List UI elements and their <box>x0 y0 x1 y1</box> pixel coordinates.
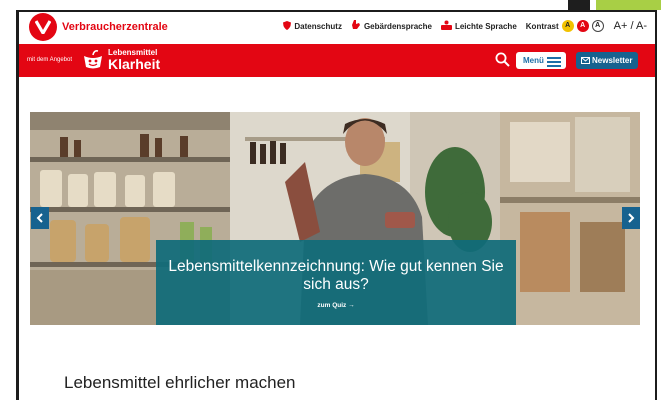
browser-viewport: Verbraucherzentrale Datenschutz Gebärden… <box>16 10 657 400</box>
easy-language-link[interactable]: Leichte Sprache <box>440 20 517 32</box>
offer-text: mit dem Angebot <box>27 57 73 63</box>
carousel-next-button[interactable] <box>622 207 640 229</box>
verbraucherzentrale-logo-icon[interactable] <box>29 13 57 41</box>
easy-language-label: Leichte Sprache <box>454 21 517 31</box>
menu-button[interactable]: Menü <box>516 52 566 69</box>
hamburger-icon <box>547 56 561 73</box>
privacy-link-label: Datenschutz <box>294 21 342 31</box>
search-icon[interactable] <box>495 52 510 72</box>
sign-language-icon <box>351 20 361 32</box>
brand-name[interactable]: Verbraucherzentrale <box>62 21 168 33</box>
top-utility-bar: Verbraucherzentrale Datenschutz Gebärden… <box>19 12 655 44</box>
hero-carousel: Lebensmittelkennzeichnung: Wie gut kenne… <box>30 112 640 325</box>
carousel-prev-button[interactable] <box>31 207 49 229</box>
sign-language-link[interactable]: Gebärdensprache <box>351 20 432 32</box>
contrast-yellow-button[interactable]: A <box>561 20 574 32</box>
font-size-toggle[interactable]: A+ / A- <box>614 20 647 32</box>
contrast-red-button[interactable]: A <box>576 20 589 32</box>
lebensmittel-klarheit-logo-icon[interactable] <box>82 50 104 75</box>
menu-button-label: Menü <box>523 56 544 65</box>
newsletter-button-label: Newsletter <box>592 56 633 65</box>
contrast-label: Kontrast <box>525 21 559 31</box>
hero-title: Lebensmittelkennzeichnung: Wie gut kenne… <box>168 258 504 293</box>
hero-teaser-box: Lebensmittelkennzeichnung: Wie gut kenne… <box>156 240 516 325</box>
main-navbar: mit dem Angebot Lebensmittel Klarheit Me… <box>19 44 655 77</box>
privacy-link[interactable]: Datenschutz <box>283 20 342 32</box>
section-heading: Lebensmittel ehrlicher machen <box>64 373 296 392</box>
product-name-big: Klarheit <box>108 56 161 72</box>
desktop-edge-green <box>596 0 661 10</box>
utility-links: Datenschutz Gebärdensprache Leichte Spra… <box>274 20 647 32</box>
chevron-right-icon <box>628 213 635 223</box>
quiz-link[interactable]: zum Quiz → <box>156 302 516 309</box>
contrast-default-button[interactable]: A <box>591 20 604 32</box>
contrast-control: Kontrast A A A <box>526 20 604 32</box>
newsletter-button[interactable]: Newsletter <box>576 52 638 69</box>
mail-icon <box>581 57 590 64</box>
chevron-left-icon <box>36 213 43 223</box>
easy-language-icon <box>440 20 452 32</box>
shield-icon <box>283 20 292 32</box>
sign-language-label: Gebärdensprache <box>363 21 432 31</box>
desktop-edge-dark <box>568 0 590 10</box>
